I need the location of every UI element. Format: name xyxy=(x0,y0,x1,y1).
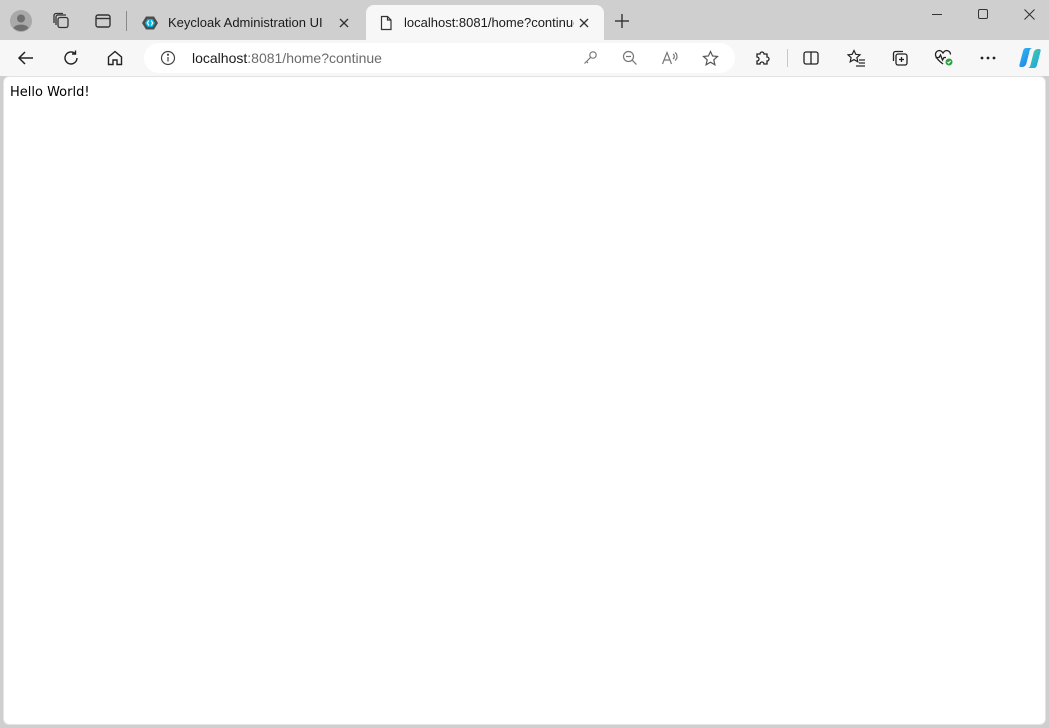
tab-keycloak[interactable]: Keycloak Administration UI xyxy=(130,5,364,40)
zoom-out-icon xyxy=(622,50,637,65)
plus-icon xyxy=(615,14,629,28)
home-icon xyxy=(107,50,123,66)
key-icon xyxy=(584,51,597,64)
back-button[interactable] xyxy=(10,42,42,74)
tab-close-button[interactable] xyxy=(334,13,354,33)
extensions-button[interactable] xyxy=(747,42,779,74)
refresh-button[interactable] xyxy=(55,42,87,74)
page-viewport: Hello World! xyxy=(3,76,1046,725)
page-icon xyxy=(380,15,392,30)
star-icon xyxy=(701,49,719,66)
heart-pulse-icon xyxy=(934,49,953,66)
arrow-left-icon xyxy=(17,51,33,65)
tab-strip: Keycloak Administration UI localhost:808… xyxy=(0,0,1049,40)
close-icon xyxy=(579,18,589,27)
toolbar-separator xyxy=(787,49,788,67)
split-screen-icon xyxy=(803,51,819,65)
collections-button[interactable] xyxy=(884,42,916,74)
maximize-button[interactable] xyxy=(960,0,1006,28)
collections-icon xyxy=(892,50,908,66)
favorites-button[interactable] xyxy=(840,42,872,74)
page-body-text: Hello World! xyxy=(10,85,90,100)
read-aloud-button[interactable] xyxy=(660,48,680,68)
tab-actions-icon xyxy=(95,14,111,28)
home-button[interactable] xyxy=(99,42,131,74)
maximize-icon xyxy=(978,9,988,19)
workspaces-icon xyxy=(53,12,69,29)
copilot-button[interactable] xyxy=(1014,42,1046,74)
tab-localhost[interactable]: localhost:8081/home?continue xyxy=(366,5,604,40)
navigation-toolbar: localhost:8081/home?continue xyxy=(0,40,1049,76)
site-info-button[interactable] xyxy=(160,50,176,66)
url-host: localhost xyxy=(192,50,248,66)
tab-close-button[interactable] xyxy=(574,13,594,33)
split-screen-button[interactable] xyxy=(795,42,827,74)
avatar-icon xyxy=(10,10,32,32)
settings-and-more-button[interactable] xyxy=(972,42,1004,74)
minimize-button[interactable] xyxy=(914,0,960,28)
new-tab-button[interactable] xyxy=(606,5,638,37)
favorites-icon xyxy=(846,49,865,67)
password-button[interactable] xyxy=(580,48,600,68)
keycloak-icon xyxy=(142,16,158,29)
zoom-button[interactable] xyxy=(620,48,640,68)
url-text[interactable]: localhost:8081/home?continue xyxy=(192,50,382,66)
tab-title: Keycloak Administration UI xyxy=(168,15,323,30)
url-path: :8081/home?continue xyxy=(247,50,382,66)
minimize-icon xyxy=(932,14,942,15)
read-aloud-icon xyxy=(661,50,678,65)
close-window-button[interactable] xyxy=(1006,0,1049,28)
info-icon xyxy=(160,50,176,66)
tab-title: localhost:8081/home?continue xyxy=(404,15,574,30)
copilot-icon xyxy=(1019,48,1041,68)
browser-essentials-button[interactable] xyxy=(928,42,960,74)
address-bar[interactable]: localhost:8081/home?continue xyxy=(144,43,735,73)
refresh-icon xyxy=(64,50,78,65)
close-icon xyxy=(1023,8,1035,20)
puzzle-icon xyxy=(756,51,770,65)
more-icon xyxy=(980,56,996,60)
add-favorite-button[interactable] xyxy=(700,48,720,68)
tab-actions-button[interactable] xyxy=(87,5,119,37)
tab-separator xyxy=(126,11,127,31)
profile-button[interactable] xyxy=(5,5,37,37)
close-icon xyxy=(339,18,349,27)
workspaces-button[interactable] xyxy=(45,5,77,37)
